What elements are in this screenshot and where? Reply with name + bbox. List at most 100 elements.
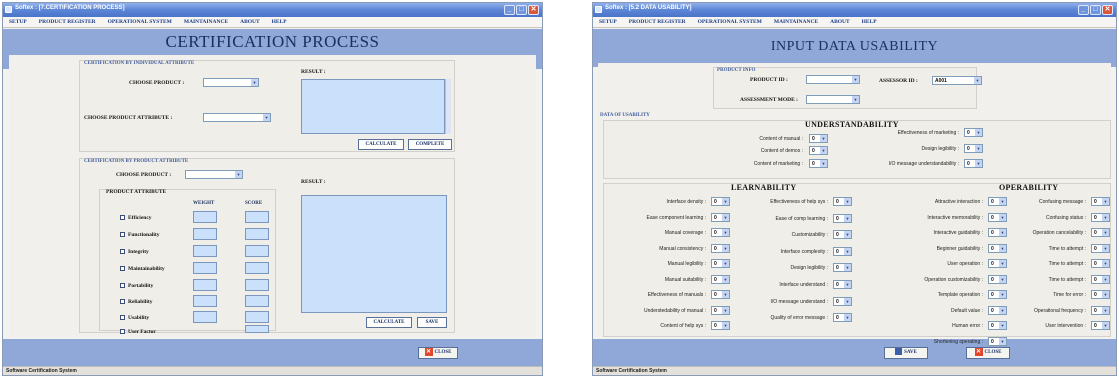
col4-item-2-combo[interactable]: 0 ▼ bbox=[1091, 228, 1110, 237]
chevron-down-icon[interactable]: ▼ bbox=[999, 198, 1006, 205]
menu-help[interactable]: HELP bbox=[862, 19, 877, 25]
chevron-down-icon[interactable]: ▼ bbox=[975, 160, 982, 167]
score-field[interactable] bbox=[245, 228, 269, 240]
chevron-down-icon[interactable]: ▼ bbox=[844, 248, 851, 255]
col4-item-7-combo[interactable]: 0 ▼ bbox=[1091, 306, 1110, 315]
chevron-down-icon[interactable]: ▼ bbox=[1102, 245, 1109, 252]
weight-field[interactable] bbox=[193, 245, 217, 257]
menu-setup[interactable]: SETUP bbox=[9, 19, 27, 25]
chevron-down-icon[interactable]: ▼ bbox=[844, 198, 851, 205]
complete-button[interactable]: COMPLETE bbox=[408, 139, 452, 150]
attr-user-factor-checkbox[interactable]: User Factor bbox=[120, 329, 156, 335]
weight-field[interactable] bbox=[193, 295, 217, 307]
und-left-0-combo[interactable]: 0 ▼ bbox=[809, 134, 828, 143]
menu-setup[interactable]: SETUP bbox=[599, 19, 617, 25]
col2-item-3-combo[interactable]: 0 ▼ bbox=[833, 247, 852, 256]
col2-item-0-combo[interactable]: 0 ▼ bbox=[833, 197, 852, 206]
assessor-id-combo[interactable]: A001 ▼ bbox=[932, 76, 982, 85]
col1-item-5-combo[interactable]: 0 ▼ bbox=[711, 275, 730, 284]
chevron-down-icon[interactable]: ▼ bbox=[1102, 214, 1109, 221]
menu-product-register[interactable]: PRODUCT REGISTER bbox=[39, 19, 96, 25]
score-field[interactable] bbox=[245, 211, 269, 223]
score-field[interactable] bbox=[245, 279, 269, 291]
und-right-1-combo[interactable]: 0 ▼ bbox=[964, 144, 983, 153]
score-field[interactable] bbox=[245, 295, 269, 307]
menu-about[interactable]: ABOUT bbox=[830, 19, 850, 25]
chevron-down-icon[interactable]: ▼ bbox=[844, 231, 851, 238]
col1-item-7-combo[interactable]: 0 ▼ bbox=[711, 306, 730, 315]
weight-field[interactable] bbox=[193, 279, 217, 291]
maximize-icon[interactable]: □ bbox=[516, 5, 527, 15]
col3-item-9-combo[interactable]: 0 ▼ bbox=[988, 337, 1007, 346]
attr-maintainability-checkbox[interactable]: Maintainability bbox=[120, 266, 165, 272]
assessment-mode-combo[interactable]: ▼ bbox=[806, 95, 860, 104]
score-field[interactable] bbox=[245, 311, 269, 323]
close-window-icon[interactable]: ✕ bbox=[528, 5, 539, 15]
chevron-down-icon[interactable]: ▼ bbox=[999, 338, 1006, 345]
minimize-icon[interactable]: _ bbox=[504, 5, 515, 15]
menu-about[interactable]: ABOUT bbox=[240, 19, 260, 25]
chevron-down-icon[interactable]: ▼ bbox=[975, 129, 982, 136]
col3-item-8-combo[interactable]: 0 ▼ bbox=[988, 321, 1007, 330]
chevron-down-icon[interactable]: ▼ bbox=[1102, 291, 1109, 298]
chevron-down-icon[interactable]: ▼ bbox=[722, 214, 729, 221]
col1-item-4-combo[interactable]: 0 ▼ bbox=[711, 259, 730, 268]
chevron-down-icon[interactable]: ▼ bbox=[844, 298, 851, 305]
chevron-down-icon[interactable]: ▼ bbox=[844, 215, 851, 222]
chevron-down-icon[interactable]: ▼ bbox=[999, 291, 1006, 298]
col2-item-5-combo[interactable]: 0 ▼ bbox=[833, 280, 852, 289]
attr-efficiency-checkbox[interactable]: Efficiency bbox=[120, 215, 152, 221]
chevron-down-icon[interactable]: ▼ bbox=[263, 114, 270, 121]
chevron-down-icon[interactable]: ▼ bbox=[999, 214, 1006, 221]
col1-item-8-combo[interactable]: 0 ▼ bbox=[711, 321, 730, 330]
col1-item-6-combo[interactable]: 0 ▼ bbox=[711, 290, 730, 299]
calculate-button-2[interactable]: CALCULATE bbox=[366, 317, 412, 328]
product-result-box[interactable] bbox=[301, 195, 447, 313]
chevron-down-icon[interactable]: ▼ bbox=[999, 322, 1006, 329]
close-window-icon[interactable]: ✕ bbox=[1102, 5, 1113, 15]
chevron-down-icon[interactable]: ▼ bbox=[722, 291, 729, 298]
col3-item-7-combo[interactable]: 0 ▼ bbox=[988, 306, 1007, 315]
chevron-down-icon[interactable]: ▼ bbox=[722, 276, 729, 283]
chevron-down-icon[interactable]: ▼ bbox=[722, 198, 729, 205]
chevron-down-icon[interactable]: ▼ bbox=[820, 135, 827, 142]
score-field[interactable] bbox=[245, 262, 269, 274]
chevron-down-icon[interactable]: ▼ bbox=[1102, 307, 1109, 314]
chevron-down-icon[interactable]: ▼ bbox=[852, 96, 859, 103]
chevron-down-icon[interactable]: ▼ bbox=[1102, 229, 1109, 236]
weight-field[interactable] bbox=[193, 311, 217, 323]
score-field[interactable] bbox=[245, 245, 269, 257]
col2-item-6-combo[interactable]: 0 ▼ bbox=[833, 297, 852, 306]
menu-maintainance[interactable]: MAINTAINANCE bbox=[774, 19, 818, 25]
und-left-2-combo[interactable]: 0 ▼ bbox=[809, 159, 828, 168]
choose-product-combo[interactable]: ▼ bbox=[203, 78, 259, 87]
maximize-icon[interactable]: □ bbox=[1090, 5, 1101, 15]
chevron-down-icon[interactable]: ▼ bbox=[999, 245, 1006, 252]
col3-item-0-combo[interactable]: 0 ▼ bbox=[988, 197, 1007, 206]
und-right-0-combo[interactable]: 0 ▼ bbox=[964, 128, 983, 137]
chevron-down-icon[interactable]: ▼ bbox=[1102, 322, 1109, 329]
col2-item-1-combo[interactable]: 0 ▼ bbox=[833, 214, 852, 223]
chevron-down-icon[interactable]: ▼ bbox=[974, 77, 981, 84]
chevron-down-icon[interactable]: ▼ bbox=[820, 147, 827, 154]
menu-operational-system[interactable]: OPERATIONAL SYSTEM bbox=[698, 19, 762, 25]
col1-item-2-combo[interactable]: 0 ▼ bbox=[711, 228, 730, 237]
col1-item-1-combo[interactable]: 0 ▼ bbox=[711, 213, 730, 222]
chevron-down-icon[interactable]: ▼ bbox=[722, 229, 729, 236]
chevron-down-icon[interactable]: ▼ bbox=[999, 276, 1006, 283]
chevron-down-icon[interactable]: ▼ bbox=[999, 307, 1006, 314]
col3-item-5-combo[interactable]: 0 ▼ bbox=[988, 275, 1007, 284]
menu-product-register[interactable]: PRODUCT REGISTER bbox=[629, 19, 686, 25]
close-button[interactable]: ✕ CLOSE bbox=[418, 347, 458, 359]
chevron-down-icon[interactable]: ▼ bbox=[999, 260, 1006, 267]
chevron-down-icon[interactable]: ▼ bbox=[852, 76, 859, 83]
chevron-down-icon[interactable]: ▼ bbox=[1102, 260, 1109, 267]
chevron-down-icon[interactable]: ▼ bbox=[1102, 198, 1109, 205]
col3-item-6-combo[interactable]: 0 ▼ bbox=[988, 290, 1007, 299]
attr-functionality-checkbox[interactable]: Functionality bbox=[120, 232, 159, 238]
save-button[interactable]: SAVE bbox=[417, 317, 447, 328]
col4-item-3-combo[interactable]: 0 ▼ bbox=[1091, 244, 1110, 253]
attr-integrity-checkbox[interactable]: Integrity bbox=[120, 249, 149, 255]
menu-operational-system[interactable]: OPERATIONAL SYSTEM bbox=[108, 19, 172, 25]
save-button[interactable]: SAVE bbox=[884, 347, 928, 359]
